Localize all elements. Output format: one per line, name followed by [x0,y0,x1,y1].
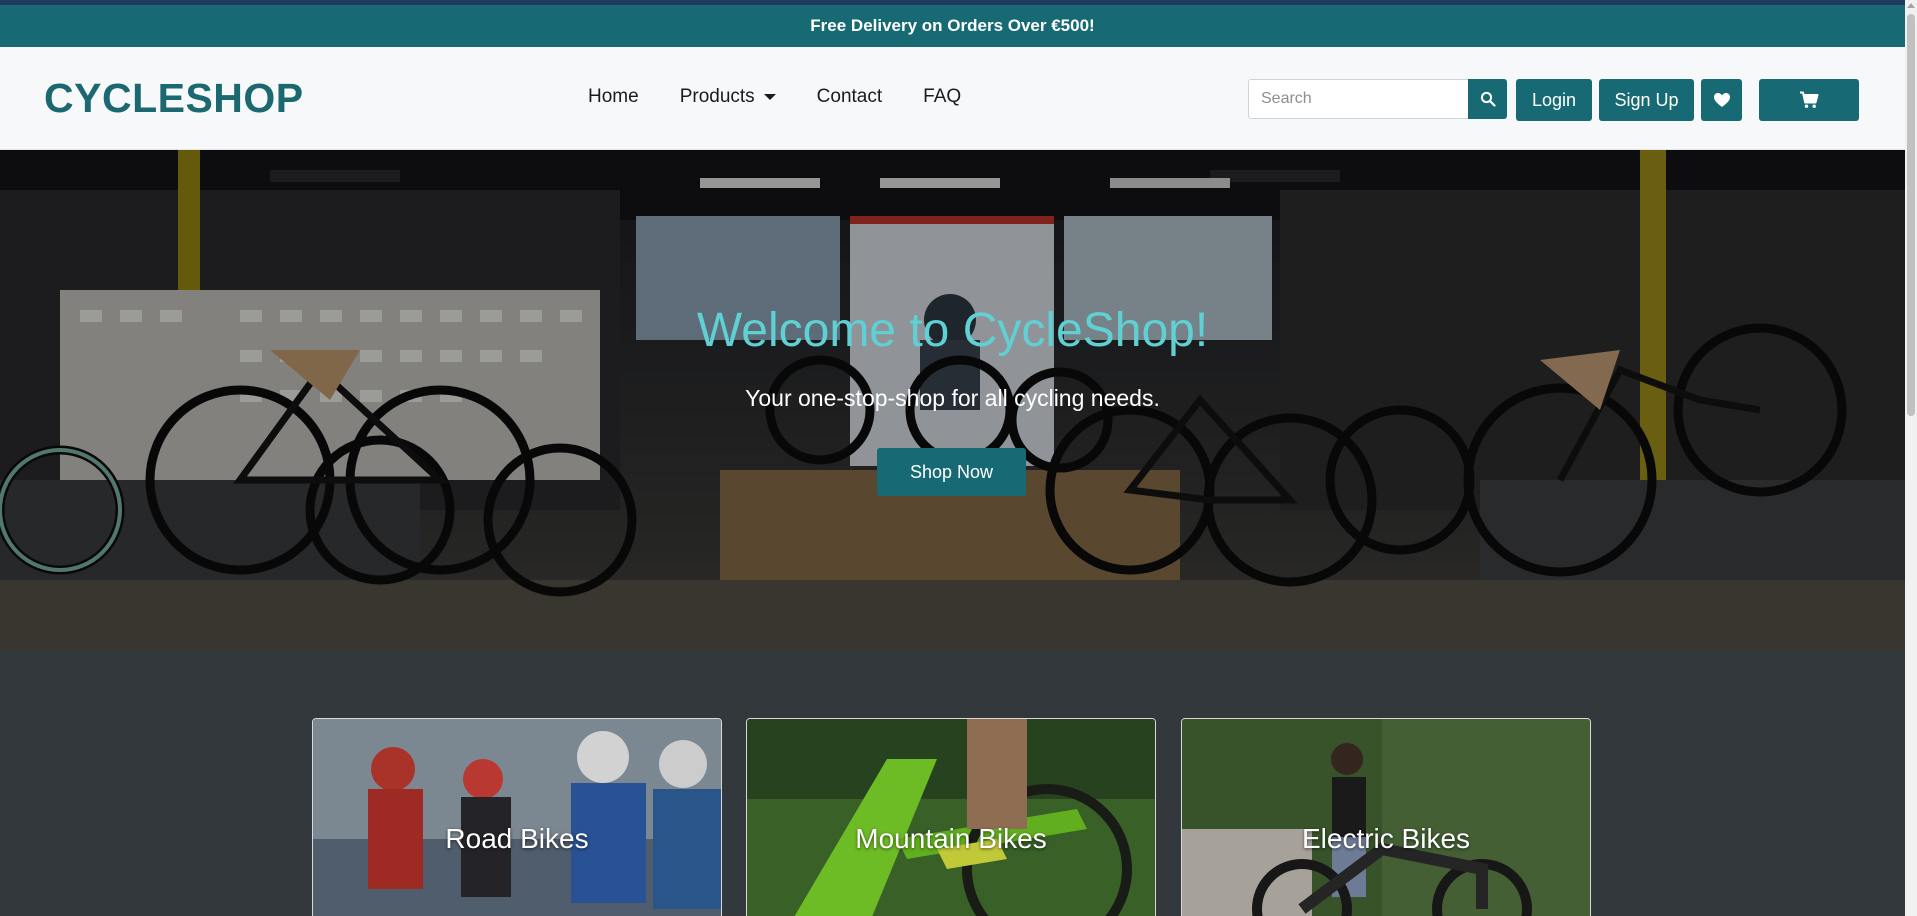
wishlist-button[interactable] [1701,79,1742,121]
signup-button[interactable]: Sign Up [1599,79,1694,121]
hero-title: Welcome to CycleShop! [696,304,1209,357]
cart-icon [1800,91,1819,108]
main-nav: Home Products Contact FAQ [588,86,961,108]
mountain-bikes-image [747,719,1155,916]
search-input[interactable] [1248,79,1468,119]
nav-contact[interactable]: Contact [817,86,882,108]
search-icon [1480,91,1496,107]
category-label: Mountain Bikes [855,823,1047,854]
search-form [1248,79,1507,119]
search-button[interactable] [1468,79,1507,119]
nav-faq[interactable]: FAQ [923,86,961,108]
category-label: Road Bikes [445,823,589,854]
brand-logo[interactable]: CYCLESHOP [44,75,304,122]
hero-subtitle: Your one-stop-shop for all cycling needs… [745,385,1160,411]
category-card-mountain-bikes[interactable]: Mountain Bikes [746,718,1156,916]
scroll-up-icon[interactable] [1907,3,1915,8]
cart-button[interactable] [1759,79,1859,121]
nav-products[interactable]: Products [680,86,776,108]
nav-home[interactable]: Home [588,86,639,108]
heart-icon [1713,93,1730,107]
login-button[interactable]: Login [1516,79,1592,121]
navbar: CYCLESHOP Home Products Contact FAQ Logi… [0,47,1905,150]
page-scrollbar[interactable] [1905,0,1917,916]
category-card-road-bikes[interactable]: Road Bikes [312,718,722,916]
category-label: Electric Bikes [1301,823,1471,854]
shop-now-button[interactable]: Shop Now [877,448,1026,496]
electric-bikes-image [1182,719,1590,916]
chevron-down-icon [763,94,776,100]
hero-banner: Welcome to CycleShop! Your one-stop-shop… [0,150,1905,650]
road-bikes-image [313,719,721,916]
category-card-electric-bikes[interactable]: Electric Bikes [1181,718,1591,916]
promo-banner: Free Delivery on Orders Over €500! [0,5,1905,47]
scrollbar-thumb[interactable] [1907,14,1915,416]
promo-text: Free Delivery on Orders Over €500! [810,16,1095,35]
nav-products-label: Products [679,86,755,107]
